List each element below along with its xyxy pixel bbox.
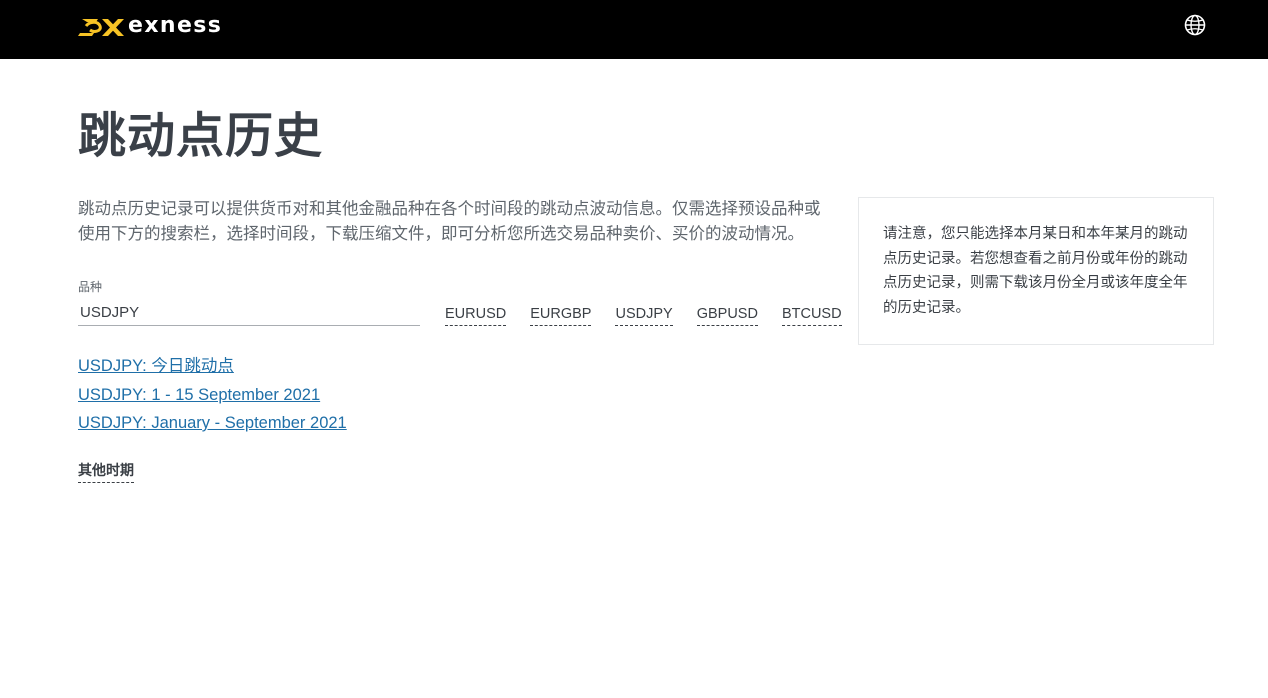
quick-symbol-list: EURUSD EURGBP USDJPY GBPUSD BTCUSD [445, 305, 842, 326]
quick-symbol-btcusd[interactable]: BTCUSD [781, 305, 842, 326]
download-link-half-month[interactable]: USDJPY: 1 - 15 September 2021 [78, 381, 347, 410]
exness-logo[interactable]: exness [78, 13, 222, 39]
quick-symbol-usdjpy[interactable]: USDJPY [615, 305, 673, 326]
logo-text: exness [128, 13, 223, 38]
intro-paragraph: 跳动点历史记录可以提供货币对和其他金融品种在各个时间段的跳动点波动信息。仅需选择… [78, 200, 821, 243]
globe-icon[interactable] [1184, 14, 1206, 36]
symbol-field-label: 品种 [78, 280, 103, 294]
top-navigation-bar: exness [0, 0, 1268, 59]
notice-box: 请注意，您只能选择本月某日和本年某月的跳动点历史记录。若您想查看之前月份或年份的… [858, 197, 1214, 345]
quick-symbol-gbpusd[interactable]: GBPUSD [696, 305, 758, 326]
page-title: 跳动点历史 [78, 110, 324, 163]
download-link-today[interactable]: USDJPY: 今日跳动点 [78, 352, 347, 381]
download-link-year-to-date[interactable]: USDJPY: January - September 2021 [78, 409, 347, 438]
quick-symbol-eurusd[interactable]: EURUSD [445, 305, 507, 326]
notice-text: 请注意，您只能选择本月某日和本年某月的跳动点历史记录。若您想查看之前月份或年份的… [883, 226, 1188, 316]
exness-logo-icon [78, 19, 124, 36]
other-periods-toggle[interactable]: 其他时期 [78, 461, 134, 483]
symbol-search-input[interactable] [78, 300, 420, 326]
download-links: USDJPY: 今日跳动点 USDJPY: 1 - 15 September 2… [78, 352, 347, 438]
quick-symbol-eurgbp[interactable]: EURGBP [530, 305, 592, 326]
